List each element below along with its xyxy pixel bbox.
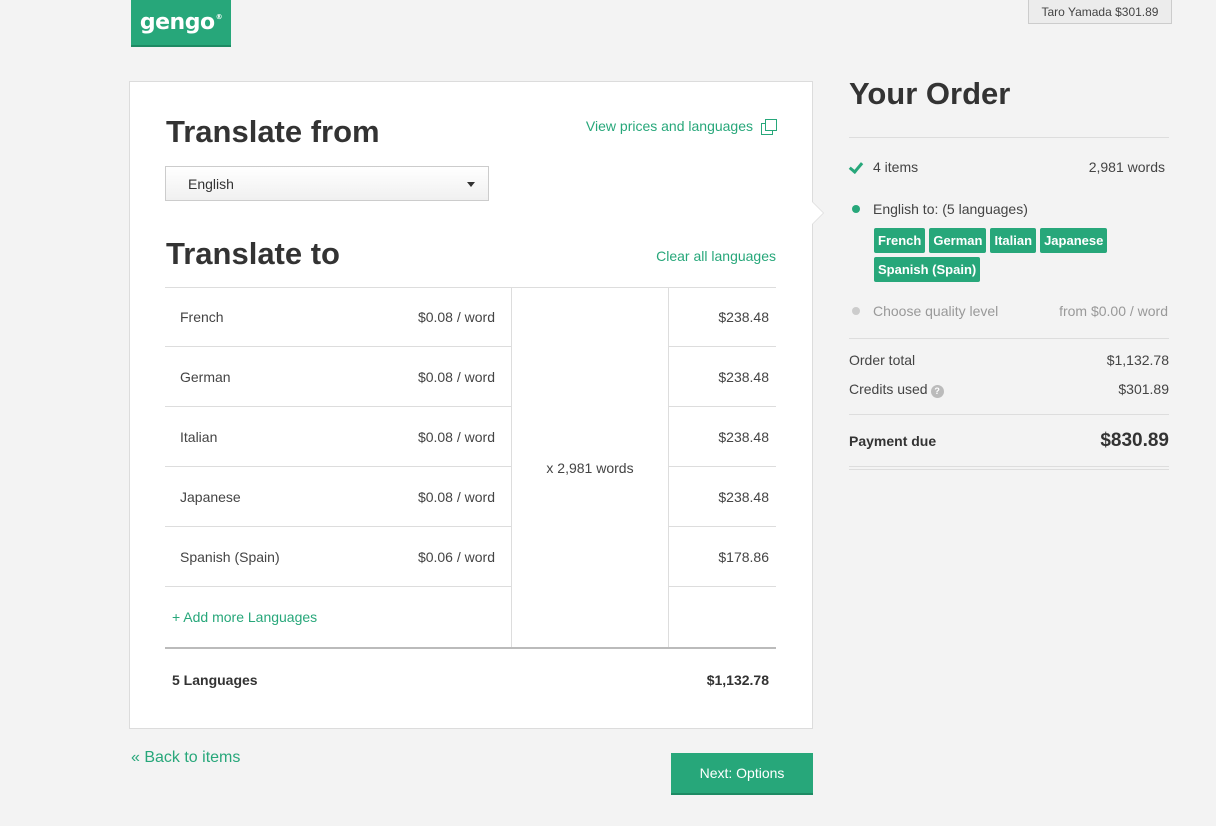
view-prices-link[interactable]: View prices and languages	[585, 118, 777, 135]
translate-to-heading: Translate to	[166, 236, 340, 271]
translate-from-heading: Translate from	[166, 114, 380, 149]
order-quality-row: Choose quality level from $0.00 / word	[849, 299, 1169, 339]
items-count: 4 items	[873, 159, 919, 175]
language-total-japanese: $238.48	[669, 467, 776, 527]
order-title: Your Order	[849, 73, 1169, 138]
language-tag: Japanese	[1040, 228, 1108, 253]
language-total-italian: $238.48	[669, 407, 776, 467]
source-language-value: English	[188, 175, 234, 192]
language-total-french: $238.48	[669, 287, 776, 347]
language-total-spanish-spain: $178.86	[669, 527, 776, 587]
payment-due-label: Payment due	[849, 432, 937, 449]
check-icon	[849, 160, 863, 174]
target-languages-label: English to: (5 languages)	[873, 201, 1028, 217]
external-link-icon	[761, 118, 777, 135]
language-tag: German	[929, 228, 987, 253]
language-total: $238.48	[718, 368, 769, 385]
order-summary: Your Order 4 items 2,981 words English t…	[849, 73, 1169, 470]
language-row-spanish-spain[interactable]: Spanish (Spain) $0.06 / word	[165, 527, 511, 587]
view-prices-label: View prices and languages	[585, 118, 753, 134]
language-rate: $0.06 / word	[417, 548, 495, 565]
language-rate: $0.08 / word	[417, 368, 495, 385]
items-words: 2,981 words	[1088, 159, 1165, 175]
quality-label: Choose quality level	[873, 303, 999, 319]
user-account-badge[interactable]: Taro Yamada $301.89	[1028, 0, 1172, 24]
language-name: Japanese	[180, 488, 241, 505]
add-languages-row: + Add more Languages	[165, 587, 511, 647]
word-multiplier-cell: x 2,981 words	[511, 287, 669, 647]
payment-due-row: Payment due $830.89	[849, 415, 1169, 467]
gengo-logo[interactable]: gengo ®	[131, 0, 231, 47]
credits-used-row: Credits used? $301.89	[849, 375, 1169, 415]
language-rate: $0.08 / word	[417, 428, 495, 445]
credits-label: Credits used	[849, 381, 928, 397]
source-language-select[interactable]: English	[165, 166, 489, 201]
divider	[849, 467, 1169, 470]
empty-total-cell	[669, 587, 776, 647]
order-total-value: $1,132.78	[1106, 352, 1169, 368]
language-totals: $238.48 $238.48 $238.48 $238.48 $178.86	[669, 287, 776, 647]
language-row-german[interactable]: German $0.08 / word	[165, 347, 511, 407]
order-target-row: English to: (5 languages)	[849, 201, 1169, 217]
credits-value: $301.89	[1118, 381, 1169, 397]
language-name: German	[180, 368, 231, 385]
logo-text: gengo	[139, 10, 215, 35]
language-tag: Spanish (Spain)	[874, 257, 981, 282]
status-dot-icon	[852, 205, 860, 213]
languages-count: 5 Languages	[172, 672, 258, 688]
word-multiplier: x 2,981 words	[546, 459, 634, 476]
languages-total-amount: $1,132.78	[706, 672, 769, 688]
next-options-button[interactable]: Next: Options	[671, 753, 813, 795]
language-total: $238.48	[718, 309, 769, 325]
back-to-items-link[interactable]: « Back to items	[131, 749, 240, 767]
chevron-down-icon	[467, 182, 475, 187]
languages-total-row: 5 Languages $1,132.78	[165, 647, 776, 711]
language-name: French	[180, 309, 224, 325]
language-name: Spanish (Spain)	[180, 548, 280, 565]
language-row-italian[interactable]: Italian $0.08 / word	[165, 407, 511, 467]
quality-price: from $0.00 / word	[1059, 303, 1168, 319]
language-row-japanese[interactable]: Japanese $0.08 / word	[165, 467, 511, 527]
order-items-row: 4 items 2,981 words	[849, 159, 1169, 175]
language-tag: French	[874, 228, 926, 253]
add-more-languages-link[interactable]: + Add more Languages	[172, 609, 317, 625]
language-total-german: $238.48	[669, 347, 776, 407]
translation-card: Translate from View prices and languages…	[129, 81, 824, 729]
logo-registered-mark: ®	[215, 12, 223, 21]
language-list: French $0.08 / word German $0.08 / word …	[165, 287, 511, 647]
language-total: $238.48	[718, 488, 769, 505]
language-total: $178.86	[718, 548, 769, 565]
language-tags: French German Italian Japanese Spanish (…	[874, 228, 1134, 282]
payment-due-value: $830.89	[1100, 429, 1169, 451]
order-total-row: Order total $1,132.78	[849, 345, 1169, 375]
help-icon[interactable]: ?	[930, 384, 944, 398]
order-total-label: Order total	[849, 352, 916, 368]
language-row-french[interactable]: French $0.08 / word	[165, 287, 511, 347]
language-name: Italian	[180, 428, 218, 445]
language-rate: $0.08 / word	[417, 309, 495, 325]
clear-all-languages-link[interactable]: Clear all languages	[656, 248, 776, 264]
language-rate: $0.08 / word	[417, 488, 495, 505]
language-tag: Italian	[990, 228, 1037, 253]
pending-dot-icon	[852, 307, 860, 315]
language-total: $238.48	[718, 428, 769, 445]
